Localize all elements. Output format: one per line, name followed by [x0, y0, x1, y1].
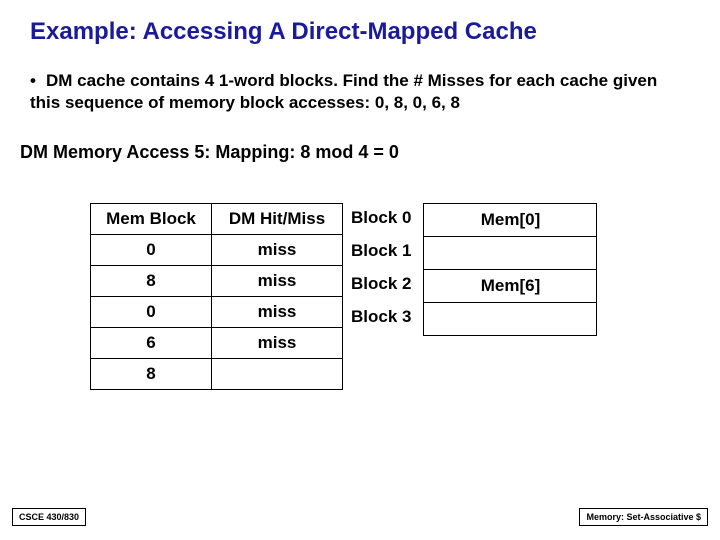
cache-cell: Mem[6] [424, 270, 597, 303]
table-row: 0 miss [91, 297, 343, 328]
block-label: Block 3 [349, 302, 411, 335]
cache-table: Mem[0] Mem[6] [423, 203, 597, 336]
block-labels: Block 0 Block 1 Block 2 Block 3 [349, 203, 411, 335]
header-memblock: Mem Block [91, 204, 212, 235]
block-label: Block 1 [349, 236, 411, 269]
tables-area: Mem Block DM Hit/Miss 0 miss 8 miss 0 mi… [0, 163, 720, 390]
subheading: DM Memory Access 5: Mapping: 8 mod 4 = 0 [0, 114, 720, 163]
slide-title: Example: Accessing A Direct-Mapped Cache [0, 0, 720, 56]
cell-memblock: 0 [91, 297, 212, 328]
cache-cell [424, 237, 597, 270]
bullet-text: •DM cache contains 4 1-word blocks. Find… [0, 56, 720, 114]
table-row: 8 miss [91, 266, 343, 297]
cell-memblock: 8 [91, 266, 212, 297]
block-label: Block 0 [349, 203, 411, 236]
cell-hitmiss: miss [212, 235, 343, 266]
cache-cell: Mem[0] [424, 204, 597, 237]
cell-hitmiss: miss [212, 297, 343, 328]
cell-hitmiss: miss [212, 328, 343, 359]
cell-memblock: 8 [91, 359, 212, 390]
cache-cell [424, 303, 597, 336]
table-row: 8 [91, 359, 343, 390]
table-row: 0 miss [91, 235, 343, 266]
bullet-content: DM cache contains 4 1-word blocks. Find … [30, 71, 657, 112]
cell-memblock: 6 [91, 328, 212, 359]
cell-memblock: 0 [91, 235, 212, 266]
bullet-dot: • [30, 70, 46, 92]
footer-left: CSCE 430/830 [12, 508, 86, 526]
cell-hitmiss: miss [212, 266, 343, 297]
table-row: 6 miss [91, 328, 343, 359]
cell-hitmiss [212, 359, 343, 390]
header-hitmiss: DM Hit/Miss [212, 204, 343, 235]
block-label: Block 2 [349, 269, 411, 302]
access-table: Mem Block DM Hit/Miss 0 miss 8 miss 0 mi… [90, 203, 343, 390]
footer-right: Memory: Set-Associative $ [579, 508, 708, 526]
